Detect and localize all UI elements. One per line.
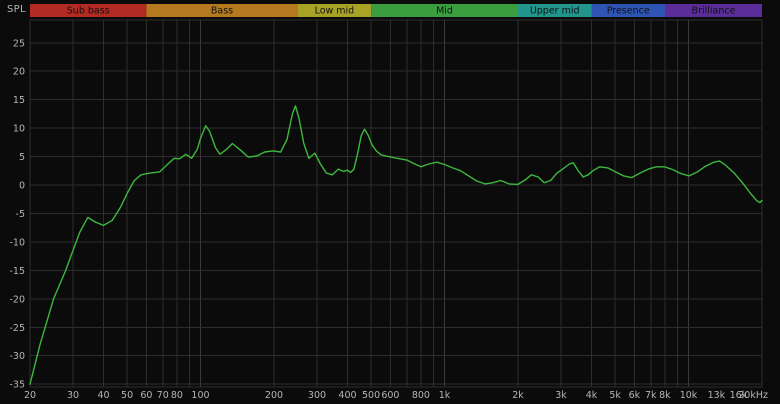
- x-axis-label: 20kHz: [738, 390, 768, 401]
- x-axis-label: 400: [338, 390, 356, 401]
- x-axis-label: 4k: [586, 390, 598, 401]
- x-axis-label: 2k: [512, 390, 524, 401]
- y-axis-label: 10: [13, 124, 25, 135]
- y-axis-label: 15: [13, 95, 25, 106]
- x-axis-label: 8k: [659, 390, 671, 401]
- x-axis-label: 70: [157, 390, 169, 401]
- x-axis-label: 80: [171, 390, 183, 401]
- x-axis-label: 60: [140, 390, 152, 401]
- x-axis-label: 30: [67, 390, 79, 401]
- band-label-upper-mid: Upper mid: [530, 6, 580, 17]
- x-axis-label: 20: [24, 390, 36, 401]
- band-label-sub-bass: Sub bass: [67, 6, 110, 17]
- x-axis-label: 13k: [708, 390, 726, 401]
- x-axis-label: 800: [412, 390, 430, 401]
- x-axis-label: 5k: [609, 390, 621, 401]
- x-axis-label: 7k: [645, 390, 657, 401]
- band-label-presence: Presence: [607, 6, 650, 17]
- y-axis-label: 0: [19, 181, 25, 192]
- band-label-low-mid: Low mid: [315, 6, 355, 17]
- x-axis-label: 500: [362, 390, 380, 401]
- y-axis-label: 25: [13, 38, 25, 49]
- y-axis-label: 20: [13, 67, 25, 78]
- x-axis-label: 300: [308, 390, 326, 401]
- x-axis-label: 10k: [680, 390, 698, 401]
- x-axis-label: 3k: [555, 390, 567, 401]
- y-axis-label: -5: [16, 209, 25, 220]
- x-axis-label: 6k: [629, 390, 641, 401]
- y-axis-label: -15: [9, 266, 25, 277]
- spl-frequency-response-analyzer: SPL Sub bass Bass Low mid Mid Upper mid Prese…: [0, 0, 780, 404]
- band-label-bass: Bass: [211, 6, 233, 17]
- x-axis-label: 200: [265, 390, 283, 401]
- x-axis-label: 1k: [439, 390, 451, 401]
- x-axis-label: 50: [121, 390, 133, 401]
- y-axis-label: -20: [9, 294, 25, 305]
- frequency-response-chart: Sub bass Bass Low mid Mid Upper mid Presence B…: [0, 0, 780, 404]
- y-axis-label: -10: [9, 237, 25, 248]
- y-axis-label: -30: [9, 351, 25, 362]
- y-axis-label: 5: [19, 152, 25, 163]
- x-axis-label: 100: [191, 390, 209, 401]
- x-axis-label: 600: [381, 390, 399, 401]
- y-axis-label: -35: [9, 380, 25, 391]
- x-axis-label: 40: [97, 390, 109, 401]
- y-axis-label: -25: [9, 323, 25, 334]
- spl-axis-title: SPL: [7, 4, 26, 15]
- band-label-brilliance: Brilliance: [692, 6, 736, 17]
- band-label-mid: Mid: [436, 6, 453, 17]
